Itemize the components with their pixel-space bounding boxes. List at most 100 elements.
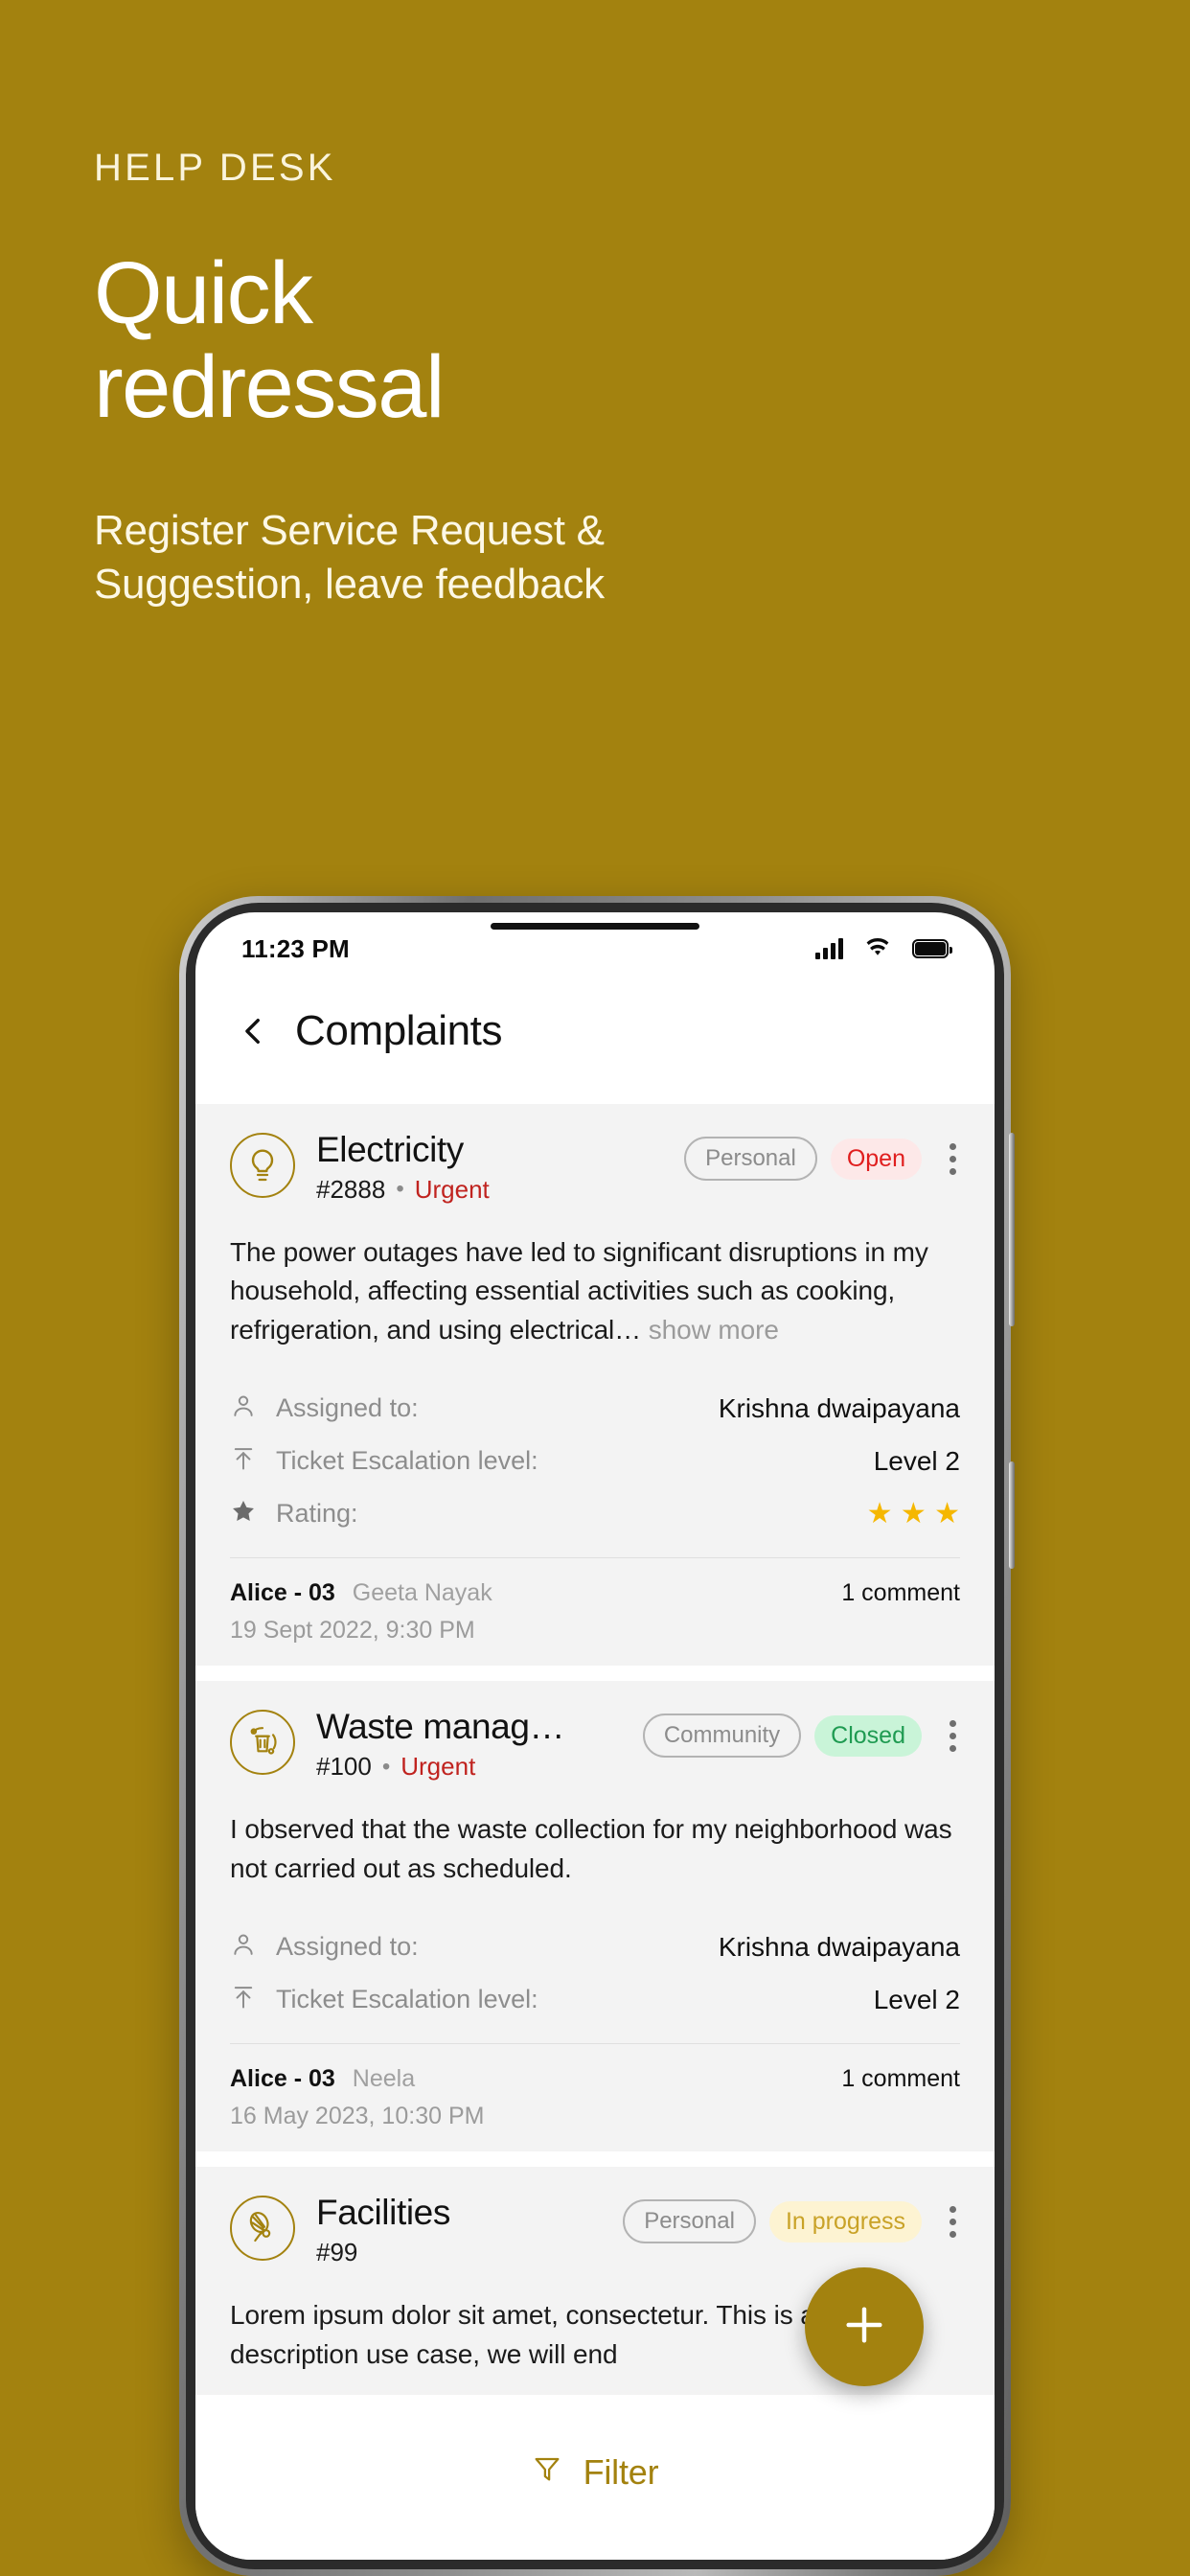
meta-row: Ticket Escalation level: Level 2 [230, 1435, 960, 1487]
show-more-link[interactable]: show more [649, 1315, 779, 1345]
card-header-actions: Community Closed [642, 1714, 960, 1759]
promo-headline-line1: Quick [94, 244, 313, 342]
complaint-category: Facilities [316, 2193, 450, 2233]
comment-count[interactable]: 1 comment [841, 1579, 960, 1607]
complaint-priority: Urgent [414, 1174, 490, 1204]
promo-subhead-line2: Suggestion, leave feedback [94, 561, 605, 609]
escalation-arrow-icon [230, 1445, 257, 1477]
card-divider [230, 2043, 960, 2045]
status-badge: Closed [814, 1714, 922, 1757]
status-bar: 11:23 PM [195, 912, 995, 972]
person-icon [230, 1931, 257, 1963]
complaint-category: Waste manag… [316, 1707, 565, 1747]
add-complaint-fab[interactable] [805, 2267, 924, 2386]
complaint-category: Electricity [316, 1130, 464, 1169]
complaint-ticket-id: #99 [316, 2238, 358, 2267]
complaint-card[interactable]: Waste manag… #100 • Urgent Community Clo… [195, 1681, 995, 2152]
scope-chip[interactable]: Community [642, 1714, 802, 1759]
cellular-signal-icon [815, 938, 843, 959]
page-title: Complaints [295, 1007, 503, 1054]
card-footer-left: Alice - 03 Geeta Nayak [230, 1579, 492, 1607]
complaint-ticket-id: #100 [316, 1752, 372, 1782]
wifi-icon [864, 933, 891, 965]
complaint-priority: Urgent [400, 1752, 476, 1782]
tennis-racket-icon [230, 2196, 295, 2262]
promo-eyebrow: HELP DESK [94, 147, 336, 189]
person-icon [230, 1392, 257, 1424]
status-icons [815, 933, 952, 965]
complaint-description: The power outages have led to significan… [230, 1233, 960, 1350]
complaint-meta: Assigned to: Krishna dwaipayana Ticket E… [230, 1382, 960, 1540]
battery-full-icon [912, 939, 952, 958]
promo-headline-line2: redressal [94, 338, 445, 437]
card-footer: Alice - 03 Neela 1 comment [230, 2065, 960, 2093]
meta-value: Krishna dwaipayana [718, 1931, 960, 1962]
separator-dot: • [381, 1753, 391, 1780]
card-footer-left: Alice - 03 Neela [230, 2065, 415, 2093]
card-header: Electricity #2888 • Urgent Personal Open [230, 1130, 960, 1205]
complaint-meta: Assigned to: Krishna dwaipayana Ticket E… [230, 1920, 960, 2026]
unit-label: Alice - 03 [230, 1579, 335, 1607]
star-icon [230, 1498, 257, 1530]
complaint-subline: #2888 • Urgent [316, 1175, 663, 1205]
rating-stars[interactable]: ★ ★ ★ [867, 1499, 960, 1529]
app-bar: Complaints [195, 972, 995, 1071]
back-chevron-icon[interactable] [238, 1015, 270, 1047]
card-header-actions: Personal In progress [623, 2199, 960, 2244]
funnel-filter-icon [532, 2452, 562, 2490]
promo-subhead: Register Service Request & Suggestion, l… [94, 504, 937, 612]
meta-label: Assigned to: [276, 1932, 419, 1962]
kebab-menu-icon[interactable] [945, 1139, 960, 1179]
meta-value: Level 2 [873, 1984, 960, 2014]
reporter-name: Neela [352, 2065, 416, 2093]
unit-label: Alice - 03 [230, 2065, 335, 2093]
status-badge: In progress [768, 2200, 922, 2242]
comment-count[interactable]: 1 comment [841, 2065, 960, 2093]
card-divider [230, 1557, 960, 1559]
meta-row: Rating: ★ ★ ★ [230, 1487, 960, 1540]
separator-dot: • [396, 1176, 404, 1203]
card-header-actions: Personal Open [684, 1137, 960, 1181]
complaint-ticket-id: #2888 [316, 1174, 386, 1204]
phone-screen: 11:23 PM Complaints Electricity #2888 • … [195, 912, 995, 2560]
waste-bin-recycle-icon [230, 1710, 295, 1776]
phone-power-button[interactable] [1009, 1461, 1015, 1569]
phone-earpiece [491, 923, 699, 930]
timestamp: 16 May 2023, 10:30 PM [230, 2103, 485, 2130]
card-title-block: Facilities #99 [316, 2194, 602, 2267]
meta-row: Assigned to: Krishna dwaipayana [230, 1920, 960, 1973]
meta-label: Ticket Escalation level: [276, 1446, 538, 1476]
card-title-block: Waste manag… #100 • Urgent [316, 1708, 622, 1782]
plus-icon [837, 2298, 891, 2357]
timestamp: 19 Sept 2022, 9:30 PM [230, 1617, 475, 1644]
card-header: Facilities #99 Personal In progress [230, 2194, 960, 2267]
kebab-menu-icon[interactable] [945, 1716, 960, 1756]
status-clock: 11:23 PM [241, 933, 350, 963]
escalation-arrow-icon [230, 1984, 257, 2015]
complaint-subline: #100 • Urgent [316, 1752, 622, 1782]
meta-label: Ticket Escalation level: [276, 1985, 538, 2014]
scope-chip[interactable]: Personal [623, 2199, 756, 2244]
card-footer: Alice - 03 Geeta Nayak 1 comment [230, 1579, 960, 1607]
lightbulb-icon [230, 1133, 295, 1198]
complaint-card[interactable]: Electricity #2888 • Urgent Personal Open [195, 1104, 995, 1667]
meta-value: Krishna dwaipayana [718, 1392, 960, 1423]
promo-subhead-line1: Register Service Request & [94, 506, 605, 554]
complaint-description: I observed that the waste collection for… [230, 1810, 960, 1888]
complaint-description-text: The power outages have led to significan… [230, 1236, 928, 1345]
meta-value: Level 2 [873, 1445, 960, 1476]
kebab-menu-icon[interactable] [945, 2202, 960, 2242]
filter-bar[interactable]: Filter [195, 2418, 995, 2560]
phone-volume-button[interactable] [1009, 1133, 1015, 1326]
meta-row: Ticket Escalation level: Level 2 [230, 1973, 960, 2026]
meta-label: Assigned to: [276, 1393, 419, 1423]
complaint-list: Electricity #2888 • Urgent Personal Open [195, 1071, 995, 2396]
meta-label: Rating: [276, 1499, 358, 1529]
card-header: Waste manag… #100 • Urgent Community Clo… [230, 1708, 960, 1782]
filter-label: Filter [583, 2452, 659, 2492]
promo-headline: Quick redressal [94, 246, 707, 435]
meta-row: Assigned to: Krishna dwaipayana [230, 1382, 960, 1435]
phone-mockup: 11:23 PM Complaints Electricity #2888 • … [179, 896, 1015, 2576]
complaint-subline: #99 [316, 2238, 602, 2267]
scope-chip[interactable]: Personal [684, 1137, 817, 1181]
